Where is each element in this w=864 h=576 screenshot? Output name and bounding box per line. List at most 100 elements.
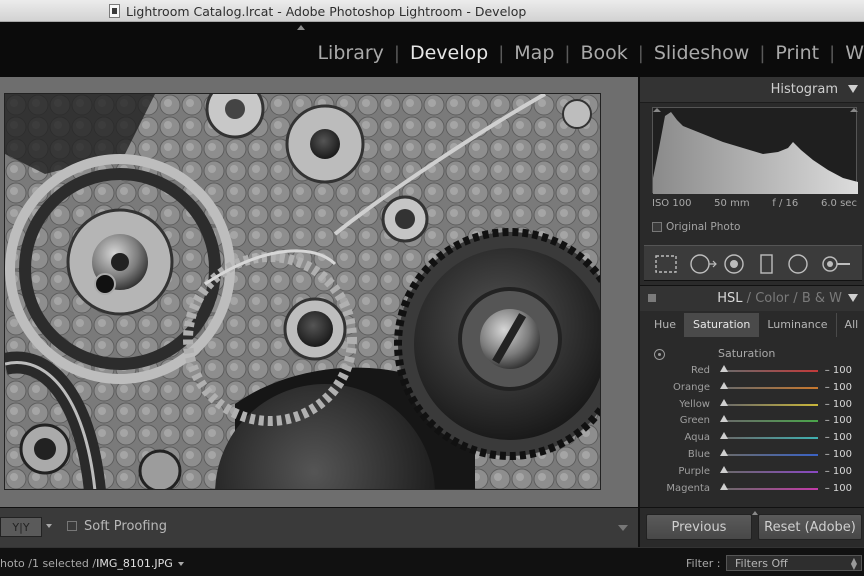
- filter-select[interactable]: Filters Off ▲ ▼: [726, 555, 862, 571]
- module-slideshow[interactable]: Slideshow: [654, 42, 749, 64]
- slider-thumb[interactable]: [720, 381, 728, 389]
- aperture-value: f / 16: [772, 198, 799, 209]
- slider-track[interactable]: [724, 470, 818, 473]
- window-title-bar: Lightroom Catalog.lrcat - Adobe Photosho…: [0, 0, 864, 22]
- develop-toolbar: Y|Y Soft Proofing: [0, 507, 638, 547]
- slider-value[interactable]: – 100: [825, 382, 852, 393]
- slider-thumb[interactable]: [720, 415, 728, 423]
- slider-track[interactable]: [724, 437, 818, 440]
- focal-length-value: 50 mm: [714, 198, 750, 209]
- histogram-panel-header[interactable]: Histogram: [640, 77, 864, 103]
- module-separator: |: [564, 42, 571, 64]
- module-separator: |: [393, 42, 400, 64]
- slider-row-blue: Blue – 100: [640, 448, 864, 465]
- hsl-panel-header[interactable]: HSL / Color / B & W: [640, 285, 864, 311]
- slider-thumb[interactable]: [720, 432, 728, 440]
- histogram-exif: ISO 100 50 mm f / 16 6.0 sec: [652, 198, 857, 209]
- sync-toggle-icon[interactable]: [752, 511, 758, 515]
- slider-thumb[interactable]: [720, 449, 728, 456]
- slider-track[interactable]: [724, 487, 818, 490]
- adjustment-brush-icon[interactable]: [822, 256, 850, 272]
- saturation-section-title: Saturation: [718, 347, 776, 360]
- hsl-tabs: Hue Saturation Luminance All: [646, 313, 860, 337]
- current-file-name: IMG_8101.JPG: [96, 557, 173, 570]
- shutter-value: 6.0 sec: [821, 198, 857, 209]
- soft-proofing-label: Soft Proofing: [84, 519, 168, 534]
- panel-switch-icon[interactable]: [648, 294, 656, 302]
- previous-button[interactable]: Previous: [646, 514, 752, 540]
- filter-select-value: Filters Off: [735, 557, 788, 570]
- slider-value[interactable]: – 100: [825, 466, 852, 477]
- original-photo-label: Original Photo: [666, 221, 741, 233]
- filmstrip-source-prefix: hoto /1 selected /: [0, 557, 97, 570]
- slider-row-yellow: Yellow – 100: [640, 398, 864, 415]
- watch-movement-image: [5, 94, 600, 489]
- collapse-triangle-icon[interactable]: [848, 85, 858, 93]
- slider-label: Green: [679, 415, 710, 427]
- targeted-adjustment-icon[interactable]: [654, 349, 665, 360]
- slider-thumb[interactable]: [720, 465, 728, 473]
- tab-hue[interactable]: Hue: [646, 313, 686, 337]
- radial-filter-icon[interactable]: [788, 254, 808, 274]
- module-book[interactable]: Book: [580, 42, 627, 64]
- slider-track[interactable]: [724, 420, 818, 423]
- tab-all[interactable]: All: [837, 313, 864, 337]
- slider-track[interactable]: [724, 386, 818, 389]
- module-library[interactable]: Library: [317, 42, 383, 64]
- slider-value[interactable]: – 100: [825, 365, 852, 376]
- histogram-graph[interactable]: [652, 107, 858, 194]
- tool-strip: [644, 245, 862, 281]
- module-map[interactable]: Map: [514, 42, 554, 64]
- slider-value[interactable]: – 100: [825, 483, 852, 494]
- module-separator: |: [759, 42, 766, 64]
- hsl-mode-link[interactable]: HSL: [717, 291, 742, 306]
- histogram-panel-label: Histogram: [770, 82, 838, 97]
- slider-row-aqua: Aqua – 100: [640, 431, 864, 448]
- module-develop[interactable]: Develop: [410, 42, 488, 64]
- filmstrip-source[interactable]: hoto /1 selected /IMG_8101.JPG: [0, 557, 184, 570]
- color-mode-link[interactable]: Color: [755, 291, 789, 306]
- photo-preview[interactable]: [4, 93, 601, 490]
- original-photo-toggle[interactable]: Original Photo: [652, 221, 740, 233]
- collapse-triangle-icon[interactable]: [848, 294, 858, 302]
- bw-mode-link[interactable]: B & W: [802, 291, 842, 306]
- slider-label: Red: [691, 365, 710, 376]
- module-print[interactable]: Print: [775, 42, 819, 64]
- graduated-filter-icon[interactable]: [760, 254, 773, 274]
- document-icon: [109, 4, 120, 18]
- soft-proofing-checkbox[interactable]: [67, 521, 77, 531]
- slider-track[interactable]: [724, 403, 818, 406]
- slider-label: Blue: [687, 449, 710, 460]
- slider-row-magenta: Magenta – 100: [640, 482, 864, 499]
- module-separator: |: [498, 42, 505, 64]
- slider-track[interactable]: [724, 370, 818, 372]
- slider-track[interactable]: [724, 454, 818, 456]
- slider-label: Magenta: [666, 482, 710, 494]
- source-dropdown-icon[interactable]: [177, 562, 184, 566]
- crop-tool-icon[interactable]: [655, 255, 677, 273]
- window-title: Lightroom Catalog.lrcat - Adobe Photosho…: [126, 4, 527, 19]
- histogram-curve: [653, 108, 858, 194]
- slider-label: Purple: [678, 465, 710, 477]
- reset-button[interactable]: Reset (Adobe): [758, 514, 862, 540]
- slider-thumb[interactable]: [720, 482, 728, 490]
- module-picker-bar: Library | Develop | Map | Book | Slidesh…: [0, 22, 864, 77]
- spot-removal-icon[interactable]: [690, 254, 717, 274]
- slider-value[interactable]: – 100: [825, 399, 852, 410]
- before-after-toggle[interactable]: Y|Y: [0, 517, 42, 537]
- top-panel-toggle-icon[interactable]: [297, 25, 305, 30]
- original-photo-checkbox[interactable]: [652, 222, 662, 232]
- slider-value[interactable]: – 100: [825, 415, 852, 426]
- red-eye-icon[interactable]: [724, 254, 744, 274]
- slider-value[interactable]: – 100: [825, 432, 852, 443]
- slider-row-purple: Purple – 100: [640, 465, 864, 482]
- slider-value[interactable]: – 100: [825, 449, 852, 460]
- tab-saturation[interactable]: Saturation: [685, 313, 760, 337]
- filmstrip-header: hoto /1 selected /IMG_8101.JPG Filter : …: [0, 547, 864, 576]
- toolbar-menu-icon[interactable]: [618, 525, 628, 531]
- before-after-dropdown-icon[interactable]: [46, 524, 52, 528]
- slider-thumb[interactable]: [720, 398, 728, 406]
- slider-thumb[interactable]: [720, 365, 728, 372]
- module-web[interactable]: W: [845, 42, 864, 64]
- tab-luminance[interactable]: Luminance: [759, 313, 837, 337]
